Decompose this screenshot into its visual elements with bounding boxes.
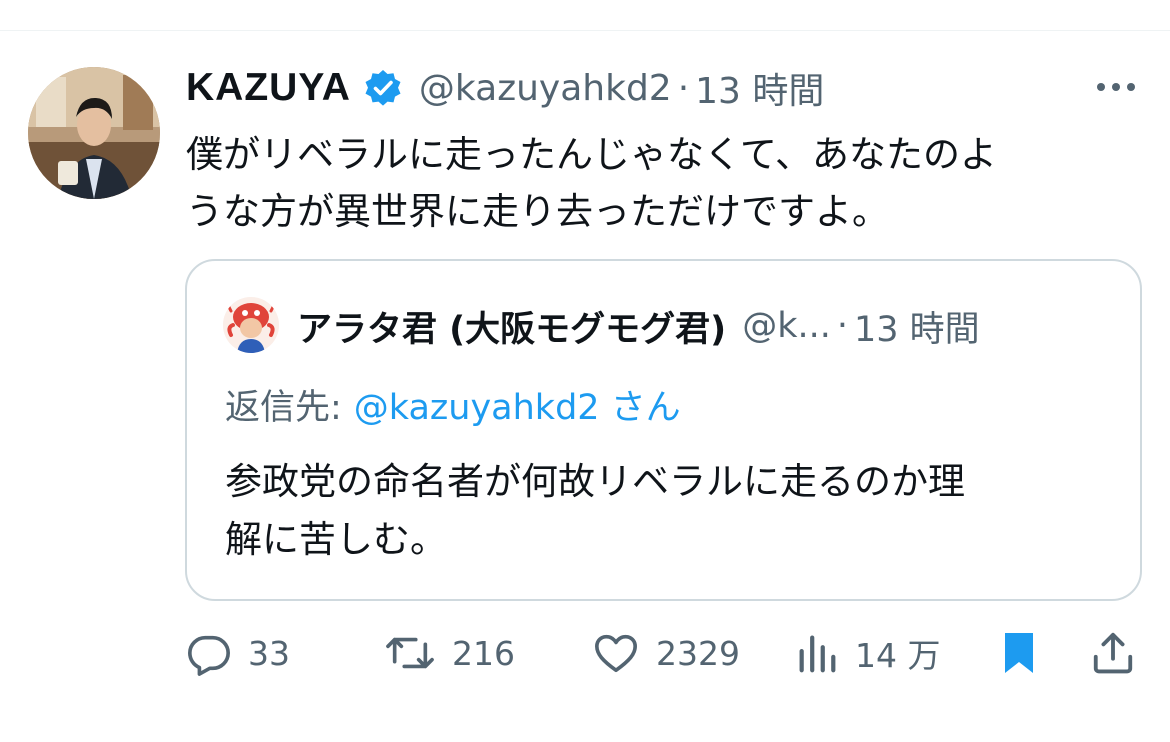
quoted-header-separator: · <box>836 306 848 346</box>
bookmark-button[interactable] <box>998 622 1040 684</box>
reply-bubble-icon <box>186 630 232 676</box>
share-button[interactable] <box>1090 622 1136 684</box>
top-divider <box>0 30 1170 31</box>
author-avatar-image <box>28 67 160 199</box>
verified-badge-icon <box>363 68 403 108</box>
tweet-action-bar: 33 216 2329 14 万 <box>0 622 1170 684</box>
heart-icon <box>592 630 640 676</box>
more-horizontal-icon[interactable] <box>1094 77 1138 97</box>
bookmark-filled-icon <box>998 629 1040 677</box>
quoted-tweet-header: アラタ君 (大阪モグモグ君) @k... · 13 時間 <box>297 301 980 351</box>
quoted-reply-context: 返信先: @kazuyahkd2 さん <box>225 379 681 430</box>
quoted-tweet-timestamp[interactable]: 13 時間 <box>854 301 980 352</box>
retweet-button[interactable]: 216 <box>384 622 515 684</box>
views-button[interactable]: 14 万 <box>795 622 940 684</box>
author-avatar[interactable] <box>28 67 160 199</box>
share-upload-icon <box>1090 630 1136 676</box>
quoted-tweet-card[interactable]: アラタ君 (大阪モグモグ君) @k... · 13 時間 返信先: @kazuya… <box>185 259 1142 601</box>
tweet-header: KAZUYA @kazuyahkd2 · 13 時間 <box>186 62 824 114</box>
bar-chart-icon <box>795 630 839 676</box>
author-display-name[interactable]: KAZUYA <box>186 66 351 110</box>
header-separator: · <box>677 67 690 109</box>
like-button[interactable]: 2329 <box>592 622 740 684</box>
quoted-author-avatar-image <box>223 297 279 353</box>
tweet-text: 僕がリベラルに走ったんじゃなくて、あなたのよ うな方が異世界に走り去っただけです… <box>186 133 998 233</box>
quoted-author-handle[interactable]: @k... <box>742 306 831 346</box>
retweet-icon <box>384 630 436 676</box>
tweet-timestamp[interactable]: 13 時間 <box>695 62 824 114</box>
reply-button[interactable]: 33 <box>186 622 290 684</box>
quoted-author-display-name[interactable]: アラタ君 (大阪モグモグ君) <box>297 301 726 352</box>
quoted-tweet-text: 参政党の命名者が何故リベラルに走るのか理 解に苦しむ。 <box>225 460 965 561</box>
like-count: 2329 <box>656 633 740 673</box>
views-count: 14 万 <box>855 636 941 675</box>
reply-count: 33 <box>248 633 290 673</box>
retweet-count: 216 <box>452 633 515 673</box>
quoted-author-avatar[interactable] <box>223 297 279 353</box>
reply-prefix-label: 返信先: <box>225 388 342 428</box>
reply-mention-link[interactable]: @kazuyahkd2 さん <box>354 388 681 428</box>
author-handle[interactable]: @kazuyahkd2 <box>419 68 672 109</box>
